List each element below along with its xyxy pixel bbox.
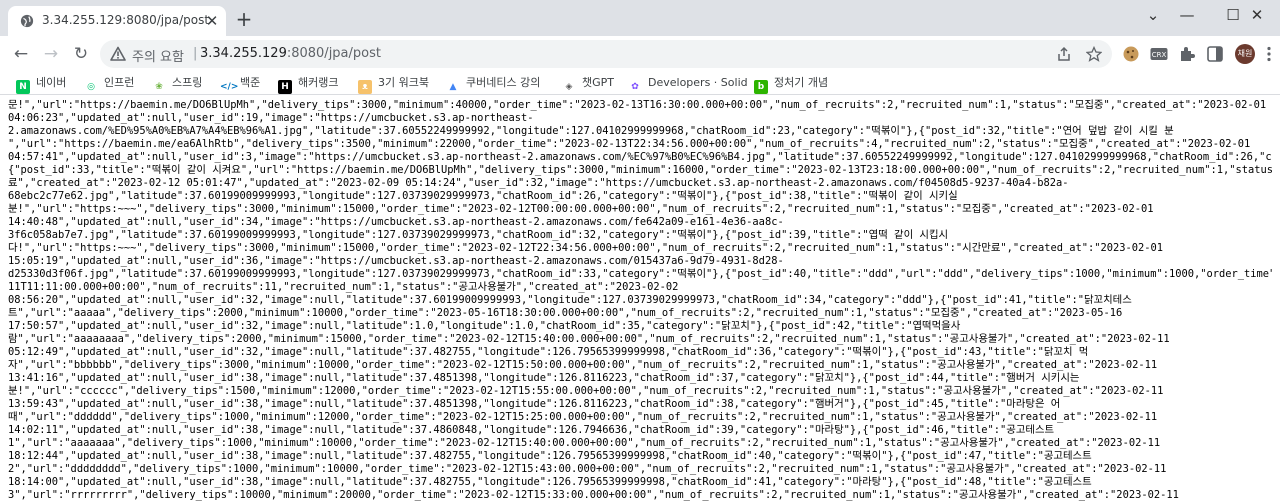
bookmark-kubernetes[interactable]: ▲ 쿠버네티스 강의 (446, 75, 541, 94)
json-text-line: 14:02:11","updated_at":null,"user_id":38… (8, 424, 1055, 436)
extensions-puzzle-icon[interactable] (1178, 45, 1196, 63)
cookie-extension-icon[interactable] (1122, 45, 1140, 63)
bookmark-label: 네이버 (36, 76, 67, 89)
bookmark-label: 3기 워크북 (378, 76, 429, 89)
profile-avatar[interactable]: 채원 (1235, 44, 1255, 64)
more-menu-icon[interactable] (1260, 45, 1278, 63)
forward-button[interactable]: → (38, 41, 64, 67)
hackerrank-icon: H (278, 80, 292, 94)
share-icon[interactable] (1056, 46, 1072, 62)
address-separator: | (193, 46, 198, 61)
bookmark-naver[interactable]: N 네이버 (16, 75, 67, 94)
json-text-line: 17:50:57","updated_at":null,"user_id":32… (8, 320, 961, 332)
json-text-line: 14:40:48","updated_at":null,"user_id":34… (8, 216, 784, 228)
url-path: :8080/jpa/post (286, 46, 381, 61)
json-text-line: 3","url":"rrrrrrrrr","delivery_tips":100… (8, 489, 1179, 501)
crx-extension-icon[interactable]: CRX (1150, 45, 1168, 63)
json-text-line: 다!","url":"https:~~~","delivery_tips":30… (8, 242, 1164, 254)
address-bar[interactable]: 주의 요함 | 3.34.255.129:8080/jpa/post (100, 40, 1112, 68)
json-text-line: 2.amazonaws.com/%ED%95%A0%EB%A7%A4%EB%96… (8, 125, 1174, 137)
tab-strip: 3.34.255.129:8080/jpa/post ✕ + ⌄ — ☐ ✕ (0, 0, 1280, 36)
bookmark-label: 쿠버네티스 강의 (466, 76, 541, 89)
json-text-line: 때","url":"dddddd","delivery_tips":1000,"… (8, 411, 1158, 423)
json-text-line: 15:05:19","updated_at":null,"user_id":36… (8, 255, 784, 267)
json-text-line: {"post_id":33,"title":"떡볶이 같이 시켜요","url"… (8, 164, 1272, 176)
bookmark-label: Developers · Solid (648, 76, 748, 89)
json-text-line: 04:06:23","updated_at":null,"user_id":19… (8, 112, 534, 124)
bookmark-spring[interactable]: ❀ 스프링 (152, 75, 203, 94)
globe-icon (20, 14, 34, 28)
bookmark-inflearn[interactable]: ◎ 인프런 (84, 75, 135, 94)
bookmarks-bar: N 네이버 ◎ 인프런 ❀ 스프링 </> 백준 H 해커랭크 ᴥ 3기 워크북 ▲ 쿠버네티… (0, 72, 1280, 95)
url-host: 3.34.255.129 (200, 46, 287, 61)
chatgpt-icon: ◈ (562, 80, 576, 94)
side-panel-icon[interactable] (1206, 45, 1224, 63)
json-text-line: 문!","url":"https://baemin.me/DO6BlUpMh",… (8, 99, 1267, 111)
json-text-line: 18:14:00","updated_at":null,"user_id":38… (8, 476, 1092, 488)
url-text[interactable]: 3.34.255.129:8080/jpa/post (200, 46, 381, 61)
json-text-line: 트","url":"aaaaa","delivery_tips":2000,"m… (8, 307, 1123, 319)
json-text-line: 11T11:11:00.000+00:00","num_of_recruits"… (8, 281, 679, 293)
svg-text:CRX: CRX (1152, 51, 1167, 59)
json-text-line: 2","url":"dddddddd","delivery_tips":1000… (8, 463, 1167, 475)
drive-icon: ▲ (446, 80, 460, 94)
back-button[interactable]: ← (8, 41, 34, 67)
bookmark-jeongcheogi[interactable]: b 정처기 개념 (754, 75, 829, 94)
close-window-button[interactable]: ✕ (1234, 4, 1280, 26)
json-text-line: 05:12:49","updated_at":null,"user_id":32… (8, 346, 1089, 358)
json-text-line: d25330d3f06f.jpg","latitude":37.60199009… (8, 268, 1272, 280)
inflearn-icon: ◎ (84, 80, 98, 94)
json-text-line: 68ebc2c77e62.jpg","latitude":37.60199009… (8, 190, 958, 202)
security-label[interactable]: 주의 요함 (132, 46, 184, 65)
solid-icon: ✿ (628, 80, 642, 94)
bookmark-label: 해커랭크 (298, 76, 339, 89)
spring-icon: ❀ (152, 80, 166, 94)
bookmark-workbook[interactable]: ᴥ 3기 워크북 (358, 75, 429, 94)
blog-icon: b (754, 80, 768, 94)
tab-active[interactable]: 3.34.255.129:8080/jpa/post ✕ (8, 6, 226, 36)
code-icon: </> (220, 80, 239, 94)
bookmark-baekjoon[interactable]: </> 백준 (220, 75, 261, 94)
bookmark-chatgpt[interactable]: ◈ 챗GPT (562, 75, 614, 94)
json-text-line: 분!","url":"https:~~~","delivery_tips":30… (8, 203, 1154, 215)
bookmark-label: 스프링 (172, 76, 203, 89)
json-text-line: ","url":"https://baemin.me/ea6AlhRtb","d… (8, 138, 1251, 150)
json-text-line: 08:56:20","updated_at":null,"user_id":32… (8, 294, 1132, 306)
toolbar: ← → ↻ 주의 요함 | 3.34.255.129:8080/jpa/post… (0, 36, 1280, 72)
minimize-button[interactable]: — (1164, 4, 1210, 26)
json-text-line: 람","url":"aaaaaaaa","delivery_tips":2000… (8, 333, 1170, 345)
reload-button[interactable]: ↻ (68, 41, 94, 67)
json-text-line: 자","url":"bbbbbb","delivery_tips":3000,"… (8, 359, 1158, 371)
bookmark-star-icon[interactable] (1086, 46, 1102, 62)
bookmark-solid[interactable]: ✿ Developers · Solid (628, 75, 748, 94)
json-text-line: 료","created_at":"2023-02-12 05:01:47","u… (8, 177, 1069, 189)
json-text-line: 13:41:16","updated_at":null,"user_id":38… (8, 372, 1080, 384)
bookmark-hackerrank[interactable]: H 해커랭크 (278, 75, 339, 94)
warning-icon[interactable] (110, 46, 126, 62)
naver-icon: N (16, 80, 30, 94)
json-text-line: 분!","url":"cccccc","delivery_tips":1500,… (8, 385, 1164, 397)
bookmark-label: 백준 (240, 76, 261, 89)
json-text-line: 13:59:43","updated_at":null,"user_id":38… (8, 398, 1061, 410)
cat-icon: ᴥ (358, 80, 372, 94)
bookmark-label: 챗GPT (582, 76, 614, 89)
json-text-line: 3f6c058ab7e7.jpg","latitude":37.60199009… (8, 229, 949, 241)
bookmark-label: 정처기 개념 (774, 76, 829, 89)
tab-title: 3.34.255.129:8080/jpa/post (42, 13, 210, 27)
json-text-line: 1","url":"aaaaaaa","delivery_tips":1000,… (8, 437, 1161, 449)
new-tab-button[interactable]: + (234, 9, 254, 29)
bookmark-label: 인프런 (104, 76, 135, 89)
tab-close-icon[interactable]: ✕ (204, 13, 220, 29)
json-text-line: 04:57:41","updated_at":null,"user_id":3,… (8, 151, 1272, 163)
json-text-line: 18:12:44","updated_at":null,"user_id":38… (8, 450, 1092, 462)
json-response-body: 문!","url":"https://baemin.me/DO6BlUpMh",… (0, 95, 1280, 503)
